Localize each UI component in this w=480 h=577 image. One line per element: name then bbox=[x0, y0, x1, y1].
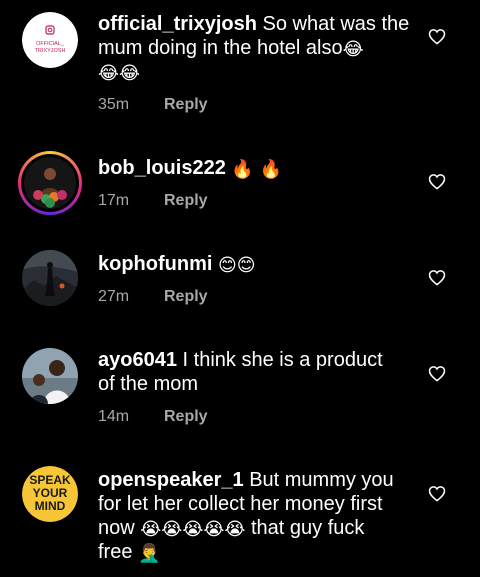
comment-body: that guy fuck bbox=[245, 517, 365, 539]
avatar[interactable] bbox=[22, 250, 78, 306]
comment-username[interactable]: bob_louis222 bbox=[98, 157, 226, 179]
fire-emoji: 🔥 🔥 bbox=[231, 159, 282, 180]
avatar-text: YOUR bbox=[33, 486, 68, 500]
comment-meta: 35m Reply bbox=[98, 95, 208, 115]
avatar-text: TRIXYJOSH bbox=[35, 48, 66, 54]
comment-username[interactable]: openspeaker_1 bbox=[98, 469, 244, 491]
avatar[interactable] bbox=[22, 348, 78, 404]
comment-body: now bbox=[98, 517, 141, 539]
heart-outline-icon[interactable] bbox=[428, 173, 446, 190]
heart-outline-icon[interactable] bbox=[428, 365, 446, 382]
reply-button[interactable]: Reply bbox=[164, 192, 208, 209]
avatar-text: MIND bbox=[35, 499, 66, 513]
comment-text: openspeaker_1 But mummy you for let her … bbox=[98, 468, 418, 564]
comment-text: kophofunmi 😊😊 bbox=[98, 252, 418, 276]
comment-timestamp: 27m bbox=[98, 288, 130, 305]
comment-meta: 27m Reply bbox=[98, 287, 208, 307]
laughing-emoji: 😂 bbox=[342, 39, 364, 60]
avatar[interactable]: SPEAK YOUR MIND bbox=[22, 466, 78, 522]
crying-emoji: 😭😭😭😭😭 bbox=[140, 519, 246, 540]
comment-body: free bbox=[98, 541, 139, 563]
heart-outline-icon[interactable] bbox=[428, 485, 446, 502]
avatar-text: SPEAK bbox=[29, 473, 71, 487]
smiling-emoji: 😊😊 bbox=[218, 255, 256, 276]
comment-text: official_trixyjosh So what was the mum d… bbox=[98, 12, 418, 84]
comment-username[interactable]: kophofunmi bbox=[98, 253, 212, 275]
comment-text: ayo6041 I think she is a product of the … bbox=[98, 348, 418, 396]
facepalm-emoji: 🤦‍♂️ bbox=[138, 543, 161, 564]
reply-button[interactable]: Reply bbox=[164, 96, 208, 113]
comment-timestamp: 14m bbox=[98, 408, 130, 425]
comment-timestamp: 17m bbox=[98, 192, 130, 209]
reply-button[interactable]: Reply bbox=[164, 408, 208, 425]
comment-body: of the mom bbox=[98, 373, 199, 395]
comment-meta: 14m Reply bbox=[98, 407, 208, 427]
comment-text: bob_louis222 🔥 🔥 bbox=[98, 156, 418, 180]
reply-button[interactable]: Reply bbox=[164, 288, 208, 305]
avatar[interactable] bbox=[18, 151, 82, 215]
comment-username[interactable]: official_trixyjosh bbox=[98, 13, 257, 35]
comment-body: But mummy you bbox=[243, 469, 394, 491]
comment-meta: 17m Reply bbox=[98, 191, 208, 211]
comment-body: for let her collect her money first bbox=[98, 493, 383, 515]
comment-body: I think she is a product bbox=[176, 349, 383, 371]
heart-outline-icon[interactable] bbox=[428, 269, 446, 286]
comment-username[interactable]: ayo6041 bbox=[98, 349, 177, 371]
heart-outline-icon[interactable] bbox=[428, 28, 446, 45]
avatar[interactable]: OFFICIAL_ TRIXYJOSH bbox=[22, 12, 78, 68]
avatar-image bbox=[24, 157, 76, 209]
laughing-emoji: 😂😂 bbox=[98, 63, 141, 84]
avatar-text: OFFICIAL_ bbox=[36, 41, 65, 47]
comment-timestamp: 35m bbox=[98, 96, 130, 113]
